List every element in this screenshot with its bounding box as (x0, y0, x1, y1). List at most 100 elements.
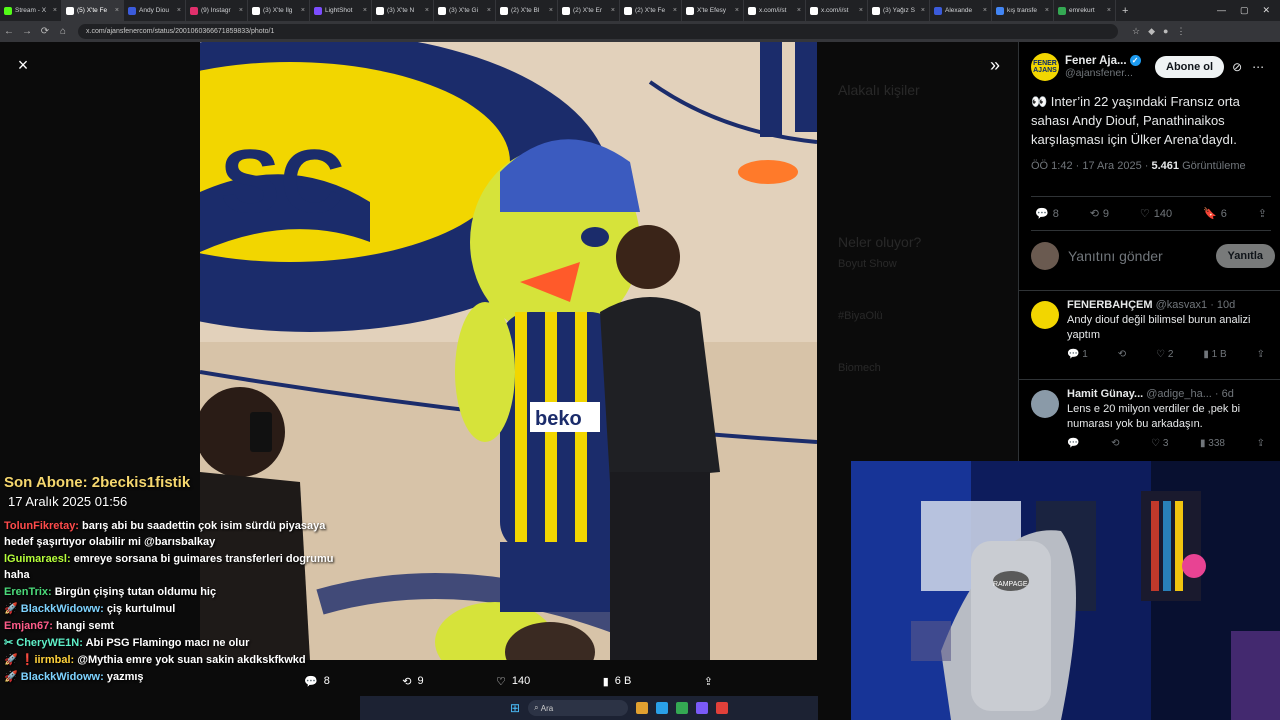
tab-favicon-icon (996, 6, 1004, 15)
browser-tab[interactable]: (3) X'te İlg × (248, 0, 310, 21)
tab-close-icon[interactable]: × (859, 7, 863, 14)
tweet-time[interactable]: ÖÖ 1:42 · 17 Ara 2025 · (1031, 160, 1151, 172)
discord-icon[interactable] (696, 702, 709, 714)
share-stat[interactable]: ⇪ (1258, 207, 1267, 220)
browser-tab[interactable]: (3) X'te Gi × (434, 0, 496, 21)
grok-icon[interactable]: ⊘ (1232, 60, 1242, 74)
views-action[interactable]: ▮ 338 (1200, 438, 1225, 449)
tab-close-icon[interactable]: × (983, 7, 987, 14)
tab-close-icon[interactable]: × (301, 7, 305, 14)
tab-favicon-icon (562, 6, 570, 15)
tab-close-icon[interactable]: × (1107, 7, 1111, 14)
profile-icon[interactable]: ● (1163, 26, 1168, 37)
home-icon[interactable]: ⌂ (54, 26, 72, 37)
browser-tab[interactable]: (3) Yağız S × (868, 0, 930, 21)
url-input[interactable]: x.com/ajansfenercom/status/2001060366671… (78, 24, 1118, 39)
reply-item[interactable]: FENERBAHÇEM @kasvax1 · 10d Andy diouf değ… (1019, 290, 1280, 368)
browser-tab[interactable]: Andy Diou × (124, 0, 186, 21)
maximize-icon[interactable]: ▢ (1240, 5, 1249, 16)
tab-close-icon[interactable]: × (673, 7, 677, 14)
browser-tab[interactable]: x.com/i/st × (744, 0, 806, 21)
reply-input[interactable]: Yanıtını gönder (1068, 248, 1192, 264)
reply-button[interactable]: Yanıtla (1215, 244, 1275, 268)
browser-tab[interactable]: kış transfe × (992, 0, 1054, 21)
obs-icon[interactable] (716, 702, 729, 714)
tab-close-icon[interactable]: × (487, 7, 491, 14)
windows-icon[interactable]: ⊞ (510, 701, 520, 715)
tab-close-icon[interactable]: × (797, 7, 801, 14)
tab-close-icon[interactable]: × (425, 7, 429, 14)
browser-tab[interactable]: (2) X'te Bl × (496, 0, 558, 21)
like-action[interactable]: ♡ 3 (1151, 438, 1168, 449)
repost-stat[interactable]: ⟲ 9 (1090, 207, 1109, 221)
like-stat[interactable]: ♡ 140 (1140, 207, 1172, 221)
reload-icon[interactable]: ⟳ (36, 26, 54, 37)
more-icon[interactable]: ⋯ (1252, 60, 1264, 74)
avatar[interactable] (1031, 390, 1059, 418)
file-explorer-icon[interactable] (636, 702, 649, 714)
taskbar-search[interactable]: ⌕ Ara (528, 700, 629, 716)
tab-close-icon[interactable]: × (177, 7, 181, 14)
tab-close-icon[interactable]: × (115, 7, 119, 14)
share-icon[interactable]: ⇪ (1257, 438, 1265, 449)
minimize-icon[interactable]: — (1217, 5, 1226, 16)
repost-icon[interactable]: ⟲ (1111, 438, 1119, 449)
star-icon[interactable]: ☆ (1132, 26, 1140, 37)
tab-close-icon[interactable]: × (549, 7, 553, 14)
reply-author[interactable]: Hamit Günay... (1067, 388, 1143, 400)
browser-tab[interactable]: (2) X'te Er × (558, 0, 620, 21)
bookmark-stat[interactable]: 🔖 6 (1203, 207, 1227, 221)
like-action[interactable]: ♡ 140 (496, 675, 530, 688)
browser-tab[interactable]: LightShot × (310, 0, 372, 21)
repost-action[interactable]: ⟲ 9 (402, 675, 423, 688)
store-icon[interactable] (656, 702, 669, 714)
follow-button[interactable]: Abone ol (1155, 56, 1225, 78)
like-action[interactable]: ♡ 2 (1156, 349, 1173, 360)
reply-author[interactable]: FENERBAHÇEM (1067, 299, 1153, 311)
tab-close-icon[interactable]: × (735, 7, 739, 14)
browser-tabbar: Stream - X × (5) X'te Fe × Andy Diou × (9) Ins… (0, 0, 1280, 21)
browser-tab[interactable]: Alexande × (930, 0, 992, 21)
forward-icon[interactable]: → (18, 26, 36, 37)
browser-tab[interactable]: x.com/i/st × (806, 0, 868, 21)
tab-close-icon[interactable]: × (921, 7, 925, 14)
share-icon[interactable]: ⇪ (1257, 349, 1265, 360)
tweet-author: FENER AJANS Fener Aja... ✓ @ajansfener...… (1031, 52, 1275, 82)
reply-action[interactable]: 💬 (1067, 438, 1079, 449)
share-action[interactable]: ⇪ (704, 675, 713, 688)
browser-tab[interactable]: X'te Efesy × (682, 0, 744, 21)
repost-icon[interactable]: ⟲ (1118, 349, 1126, 360)
browser-tab[interactable]: (9) Instagr × (186, 0, 248, 21)
tab-favicon-icon (500, 6, 508, 15)
tab-favicon-icon (128, 6, 136, 15)
browser-tab[interactable]: emrekurt × (1054, 0, 1116, 21)
avatar[interactable] (1031, 301, 1059, 329)
tab-favicon-icon (66, 6, 74, 15)
author-handle: @ajansfener... (1065, 67, 1133, 79)
reply-action[interactable]: 💬 1 (1067, 349, 1088, 360)
back-icon[interactable]: ← (0, 26, 18, 37)
new-tab-icon[interactable]: + (1116, 5, 1134, 17)
author-name[interactable]: Fener Aja... ✓ (1065, 55, 1145, 67)
browser-tab[interactable]: (2) X'te Fe × (620, 0, 682, 21)
share-icon: ⇪ (703, 675, 713, 688)
reply-item[interactable]: Hamit Günay... @adige_ha... · 6d Lens e 2… (1019, 379, 1280, 457)
tab-close-icon[interactable]: × (53, 7, 57, 14)
reply-stat[interactable]: 💬 8 (1035, 207, 1059, 221)
chrome-icon[interactable] (676, 702, 689, 714)
views-action[interactable]: ▮ 1 B (1203, 349, 1226, 360)
browser-tab[interactable]: (5) X'te Fe × (62, 0, 124, 21)
close-icon[interactable]: × (12, 54, 34, 76)
expand-icon[interactable]: » (984, 54, 1006, 76)
menu-icon[interactable]: ⋮ (1176, 26, 1185, 37)
tab-close-icon[interactable]: × (1045, 7, 1049, 14)
browser-tab[interactable]: Stream - X × (0, 0, 62, 21)
tab-close-icon[interactable]: × (611, 7, 615, 14)
extension-icon[interactable]: ◆ (1148, 26, 1155, 37)
tab-close-icon[interactable]: × (239, 7, 243, 14)
avatar[interactable]: FENER AJANS (1031, 53, 1059, 81)
tab-close-icon[interactable]: × (363, 7, 367, 14)
browser-tab[interactable]: (3) X'te N × (372, 0, 434, 21)
views-action[interactable]: ▮ 6 B (603, 675, 632, 688)
close-window-icon[interactable]: ✕ (1262, 5, 1270, 16)
